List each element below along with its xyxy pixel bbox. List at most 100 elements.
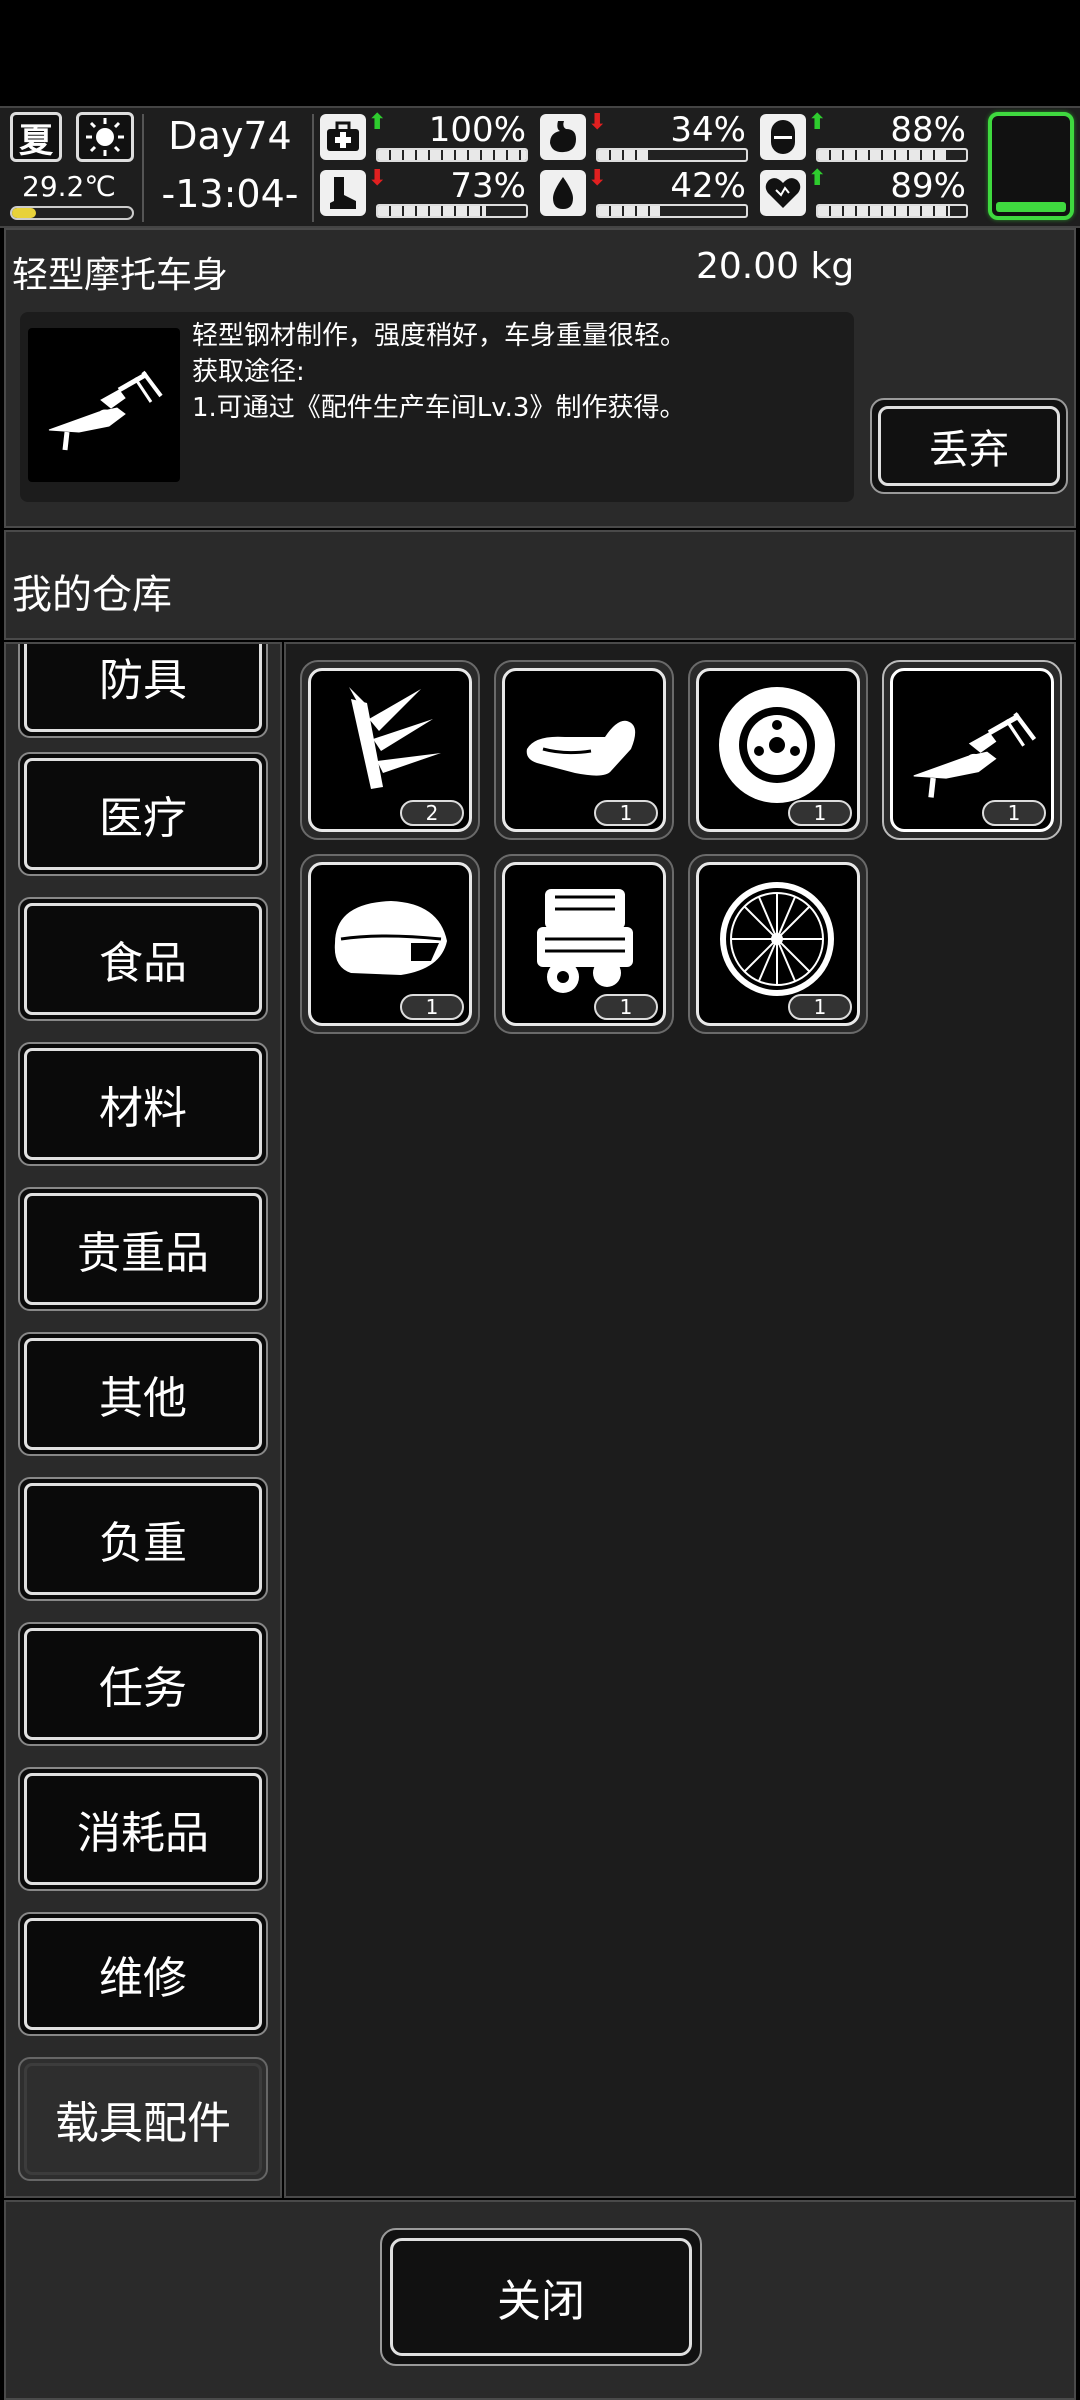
item-weight: 20.00 kg (696, 246, 855, 287)
trend-arrow: ⬆ (368, 110, 387, 135)
temperature-bar (10, 206, 134, 220)
motorcycle-frame-icon (28, 328, 180, 482)
sun-icon (76, 112, 134, 162)
category-valuables[interactable]: 贵重品 (18, 1187, 268, 1311)
temperature: 29.2℃ (22, 170, 116, 203)
category-label: 负重 (99, 1518, 187, 1569)
stat-thirst: ⬇ 42% (540, 166, 750, 220)
temperature-bar-fill (12, 208, 36, 218)
season-label: 夏 (19, 120, 53, 161)
category-sidebar[interactable]: 防具 医疗 食品 材料 贵重品 其他 负重 任务 消耗品 维修 载具配件 (4, 642, 282, 2198)
stat-hunger: ⬇ 34% (540, 110, 750, 164)
category-repair[interactable]: 维修 (18, 1912, 268, 2036)
water-drop-icon (540, 170, 586, 216)
item-count: 1 (982, 800, 1046, 826)
trend-arrow: ⬆ (808, 166, 827, 191)
stat-bar (376, 204, 528, 218)
item-slot[interactable]: 2 (300, 660, 480, 840)
stat-value: 88% (890, 110, 966, 150)
category-materials[interactable]: 材料 (18, 1042, 268, 1166)
medkit-icon (320, 114, 366, 160)
stat-medicine: ⬆ 88% (760, 110, 970, 164)
stat-value: 73% (450, 166, 526, 206)
footer: 关闭 (4, 2200, 1076, 2400)
stat-bar (596, 204, 748, 218)
description-line: 获取途径: (192, 357, 305, 387)
description-line: 轻型钢材制作，强度稍好，车身重量很轻。 (192, 321, 687, 351)
spoked-wheel-icon (720, 882, 834, 996)
season-indicator: 夏 (10, 112, 62, 162)
description-line: 1.可通过《配件生产车间Lv.3》制作获得。 (192, 393, 686, 423)
stat-bar-fill (818, 150, 949, 160)
battery-indicator (988, 112, 1074, 220)
discard-button[interactable]: 丢弃 (870, 398, 1068, 494)
stat-value: 100% (428, 110, 526, 150)
category-label: 材料 (99, 1083, 187, 1134)
category-quest[interactable]: 任务 (18, 1622, 268, 1746)
category-vehicle-parts[interactable]: 载具配件 (18, 2057, 268, 2181)
divider (312, 114, 314, 222)
stat-bar (816, 204, 968, 218)
category-label: 食品 (99, 938, 187, 989)
stomach-icon (540, 114, 586, 160)
item-detail-panel: 轻型摩托车身 20.00 kg 轻型钢材制作，强度稍好，车身重量很轻。 获取途径… (4, 228, 1076, 528)
pill-icon (760, 114, 806, 160)
category-food[interactable]: 食品 (18, 897, 268, 1021)
item-count: 2 (400, 800, 464, 826)
day-counter: Day74 (168, 114, 292, 158)
fuel-tank-icon (334, 901, 447, 975)
item-count: 1 (788, 800, 852, 826)
page-title: 我的仓库 (12, 572, 172, 618)
item-slot[interactable]: 1 (688, 854, 868, 1034)
item-grid: 2 1 1 1 1 1 1 (284, 642, 1076, 2198)
item-count: 1 (400, 994, 464, 1020)
stat-health: ⬆ 100% (320, 110, 530, 164)
boot-icon (320, 170, 366, 216)
trend-arrow: ⬇ (588, 110, 607, 135)
close-label: 关闭 (497, 2276, 585, 2327)
category-label: 防具 (99, 655, 187, 706)
discard-label: 丢弃 (929, 427, 1009, 473)
close-button[interactable]: 关闭 (380, 2228, 702, 2366)
category-label: 维修 (99, 1953, 187, 2004)
stat-bar-fill (598, 150, 649, 160)
category-label: 消耗品 (77, 1808, 209, 1859)
category-other[interactable]: 其他 (18, 1332, 268, 1456)
battery-fill (996, 202, 1066, 212)
stat-value: 89% (890, 166, 966, 206)
stat-stamina: ⬇ 73% (320, 166, 530, 220)
item-count: 1 (788, 994, 852, 1020)
item-count: 1 (594, 800, 658, 826)
item-slot[interactable]: 1 (300, 854, 480, 1034)
status-bar: 夏 29.2℃ Day74 -13:04- ⬆ 100% ⬇ 34% ⬆ 88%… (0, 106, 1080, 228)
item-description-box: 轻型钢材制作，强度稍好，车身重量很轻。 获取途径: 1.可通过《配件生产车间Lv… (20, 312, 854, 502)
motorcycle-frame-icon (913, 712, 1037, 798)
tire-icon (719, 687, 835, 803)
scooter-seat-icon (526, 720, 636, 776)
category-label: 任务 (99, 1663, 187, 1714)
category-label: 载具配件 (55, 2098, 231, 2149)
trend-arrow: ⬇ (368, 166, 387, 191)
item-slot[interactable]: 1 (494, 854, 674, 1034)
category-carry[interactable]: 负重 (18, 1477, 268, 1601)
trend-arrow: ⬇ (588, 166, 607, 191)
item-name: 轻型摩托车身 (12, 255, 229, 296)
item-description: 轻型钢材制作，强度稍好，车身重量很轻。 获取途径: 1.可通过《配件生产车间Lv… (192, 318, 852, 426)
stat-bar (816, 148, 968, 162)
divider (142, 114, 144, 222)
category-label: 医疗 (99, 793, 187, 844)
item-slot-selected[interactable]: 1 (882, 660, 1062, 840)
item-slot[interactable]: 1 (688, 660, 868, 840)
category-medical[interactable]: 医疗 (18, 752, 268, 876)
stat-bar-fill (598, 206, 661, 216)
stat-value: 42% (670, 166, 746, 206)
stat-bar (376, 148, 528, 162)
heart-icon (760, 170, 806, 216)
spiked-part-icon (349, 687, 441, 789)
game-time: -13:04- (161, 172, 299, 216)
item-slot[interactable]: 1 (494, 660, 674, 840)
category-consumables[interactable]: 消耗品 (18, 1767, 268, 1891)
category-label: 贵重品 (77, 1228, 209, 1279)
stat-bar (596, 148, 748, 162)
category-armor[interactable]: 防具 (18, 644, 268, 738)
